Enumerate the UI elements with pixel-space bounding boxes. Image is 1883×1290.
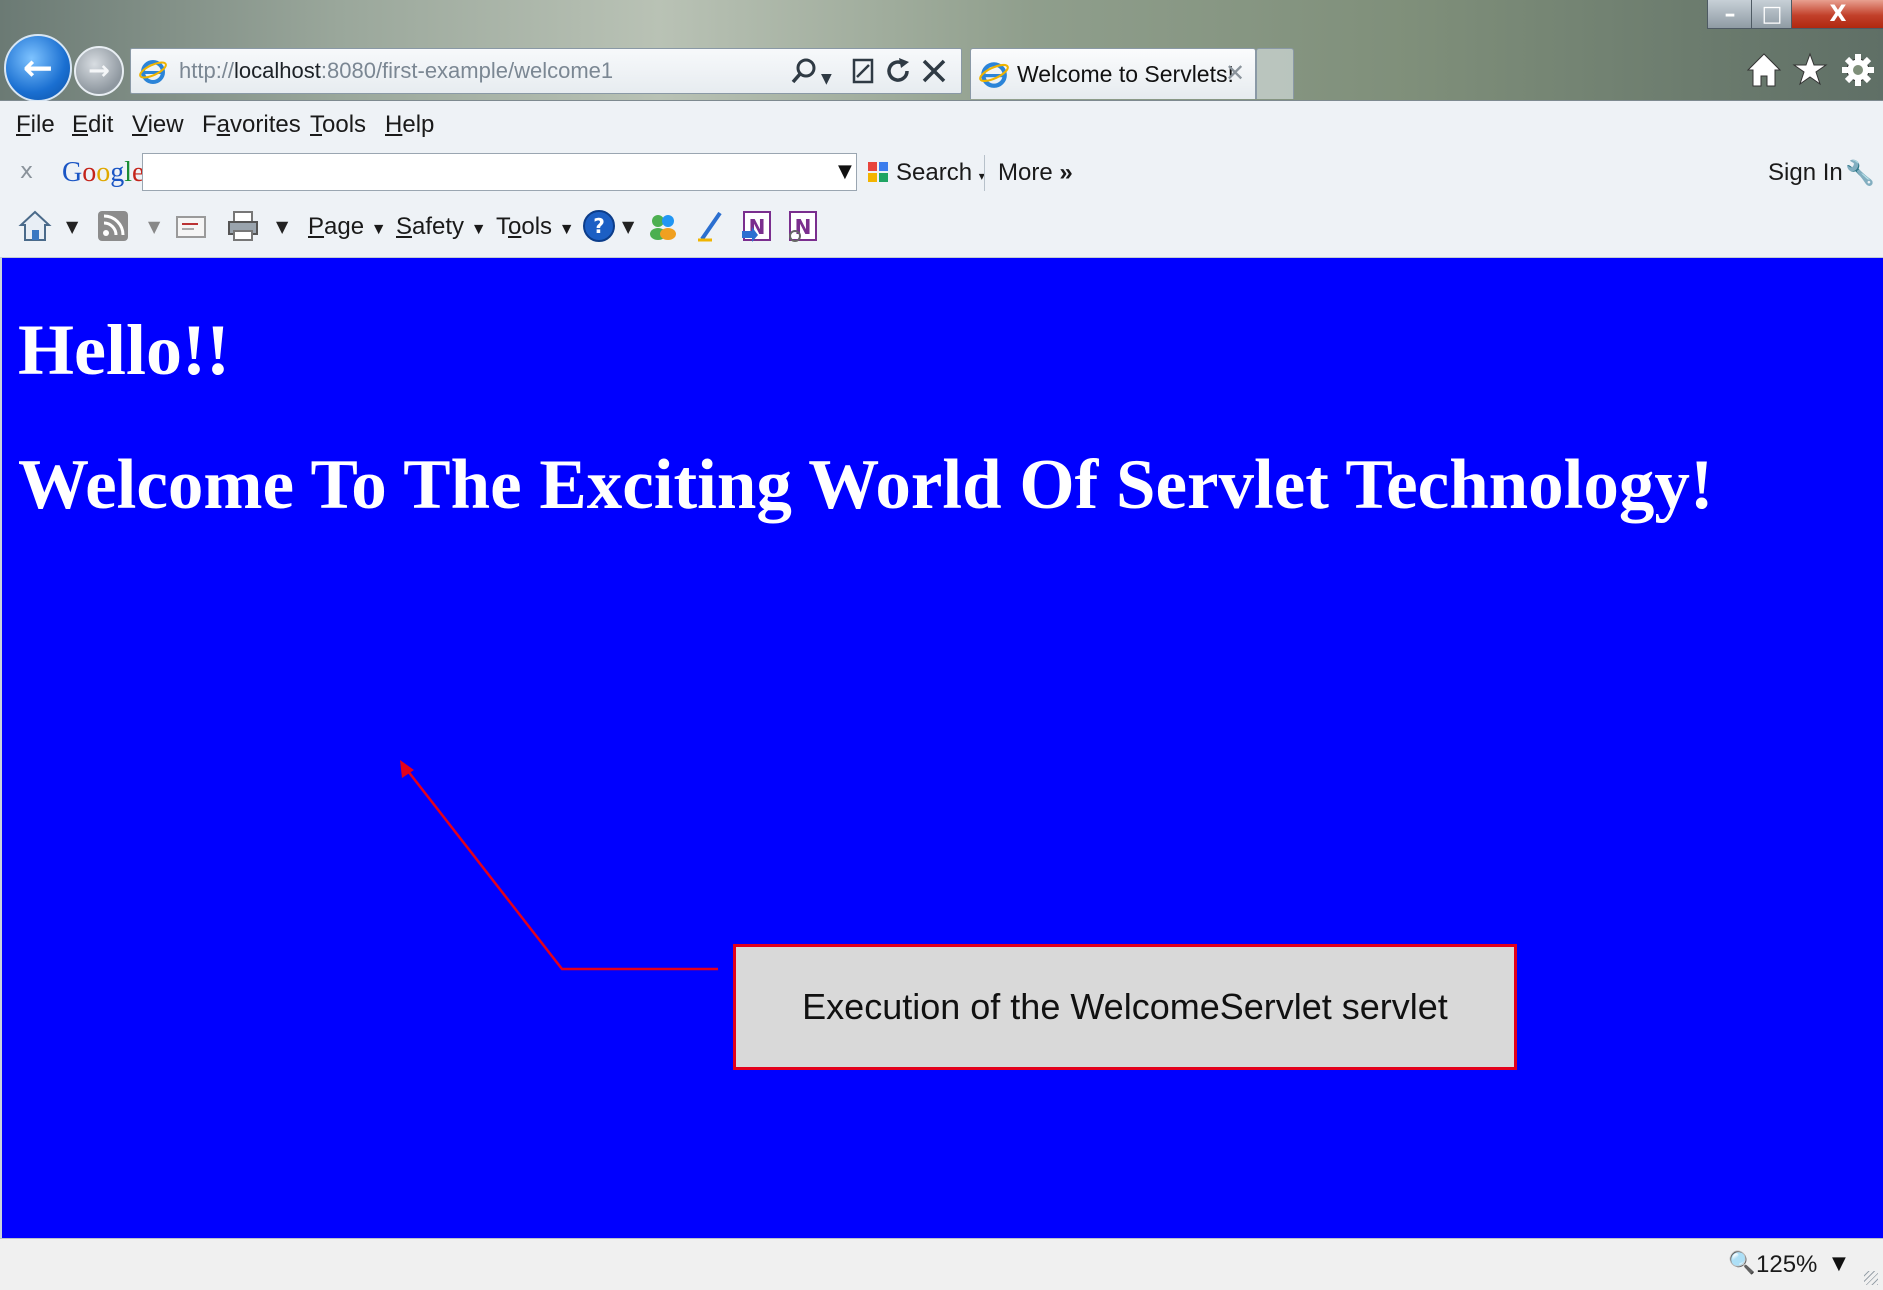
menu-file[interactable]: File: [16, 111, 55, 139]
search-dropdown-icon[interactable]: ▼: [821, 63, 832, 95]
address-url-prefix: http://: [179, 58, 235, 83]
google-toolbar: x Google ▼ Search ▾ More » Sign In 🔧: [0, 149, 1883, 197]
tab-close-icon[interactable]: ✕: [1225, 59, 1245, 87]
rss-dropdown-icon[interactable]: ▼: [148, 217, 160, 236]
help-icon[interactable]: ?: [582, 209, 616, 243]
command-bar: ▼ ▼ ▼ Page ▼ Safety ▼ Tools ▼ ? ▼ N N: [0, 197, 1883, 258]
menu-bar: File Edit View Favorites Tools Help: [0, 101, 1883, 149]
refresh-icon[interactable]: [885, 56, 913, 86]
address-url-host: localhost: [234, 58, 321, 83]
gear-icon[interactable]: [1840, 52, 1876, 88]
toolbar-separator: [984, 155, 985, 191]
page-menu[interactable]: Page ▼: [308, 213, 387, 241]
zoom-level[interactable]: 125%: [1756, 1251, 1817, 1279]
minimize-button[interactable]: –: [1707, 0, 1753, 29]
menu-view[interactable]: View: [132, 111, 184, 139]
home-dropdown-icon[interactable]: ▼: [66, 217, 78, 236]
back-arrow-icon: ←: [22, 47, 54, 89]
messenger-icon[interactable]: [646, 209, 680, 243]
onenote-linked-icon[interactable]: N: [786, 209, 820, 243]
print-dropdown-icon[interactable]: ▼: [276, 217, 288, 236]
zoom-dropdown-icon[interactable]: ▼: [1832, 1253, 1846, 1274]
callout-arrow: [400, 760, 718, 971]
google-search-icon: [868, 162, 888, 182]
research-pen-icon[interactable]: [694, 209, 728, 243]
browser-titlebar: ← → http://localhost:8080/first-example/…: [0, 0, 1883, 102]
menu-help[interactable]: Help: [385, 111, 434, 139]
menu-favorites[interactable]: Favorites: [202, 111, 301, 139]
tools-menu[interactable]: Tools ▼: [496, 213, 575, 241]
home-icon[interactable]: [1746, 52, 1782, 88]
status-bar: 🔍 125% ▼: [0, 1238, 1883, 1290]
page-content: Hello!! Welcome To The Exciting World Of…: [2, 258, 1883, 1238]
home-icon[interactable]: [18, 209, 52, 243]
google-logo: Google: [62, 157, 145, 188]
google-search-dropdown-icon[interactable]: ▼: [838, 161, 852, 182]
rss-icon[interactable]: [96, 209, 130, 243]
svg-text:?: ?: [593, 214, 605, 238]
callout-box: Execution of the WelcomeServlet servlet: [733, 944, 1517, 1070]
print-icon[interactable]: [226, 209, 260, 243]
maximize-button[interactable]: □: [1751, 0, 1793, 29]
wrench-icon[interactable]: 🔧: [1845, 159, 1875, 187]
address-bar[interactable]: http://localhost:8080/first-example/welc…: [130, 48, 962, 94]
close-window-button[interactable]: X: [1791, 0, 1883, 29]
google-search-input[interactable]: [142, 153, 857, 191]
safety-menu[interactable]: Safety ▼: [396, 213, 487, 241]
internet-explorer-icon: [979, 62, 1009, 88]
address-url[interactable]: http://localhost:8080/first-example/welc…: [179, 58, 613, 84]
google-search-button[interactable]: Search ▾: [896, 159, 985, 187]
menu-edit[interactable]: Edit: [72, 111, 113, 139]
google-more-button[interactable]: More »: [998, 159, 1073, 187]
star-icon[interactable]: [1792, 52, 1828, 88]
forward-button[interactable]: →: [74, 46, 124, 96]
search-icon[interactable]: [789, 56, 819, 86]
back-button[interactable]: ←: [4, 34, 72, 102]
mail-icon[interactable]: [174, 209, 208, 243]
address-url-path: :8080/first-example/welcome1: [320, 58, 614, 83]
resize-grip[interactable]: [1864, 1271, 1878, 1285]
google-toolbar-close-icon[interactable]: x: [20, 159, 33, 184]
compatibility-view-icon[interactable]: [851, 57, 875, 85]
new-tab-button[interactable]: [1256, 48, 1294, 99]
internet-explorer-icon: [139, 60, 167, 84]
svg-text:N: N: [795, 215, 812, 239]
stop-icon[interactable]: [921, 58, 947, 84]
tab-welcome[interactable]: Welcome to Servlets! ✕: [970, 48, 1256, 99]
forward-arrow-icon: →: [88, 56, 110, 86]
menu-tools[interactable]: Tools: [310, 111, 366, 139]
tab-title: Welcome to Servlets!: [1017, 61, 1234, 87]
onenote-icon[interactable]: N: [740, 209, 774, 243]
help-dropdown-icon[interactable]: ▼: [622, 217, 634, 236]
google-sign-in-button[interactable]: Sign In: [1768, 159, 1843, 187]
zoom-icon: 🔍: [1728, 1251, 1756, 1276]
